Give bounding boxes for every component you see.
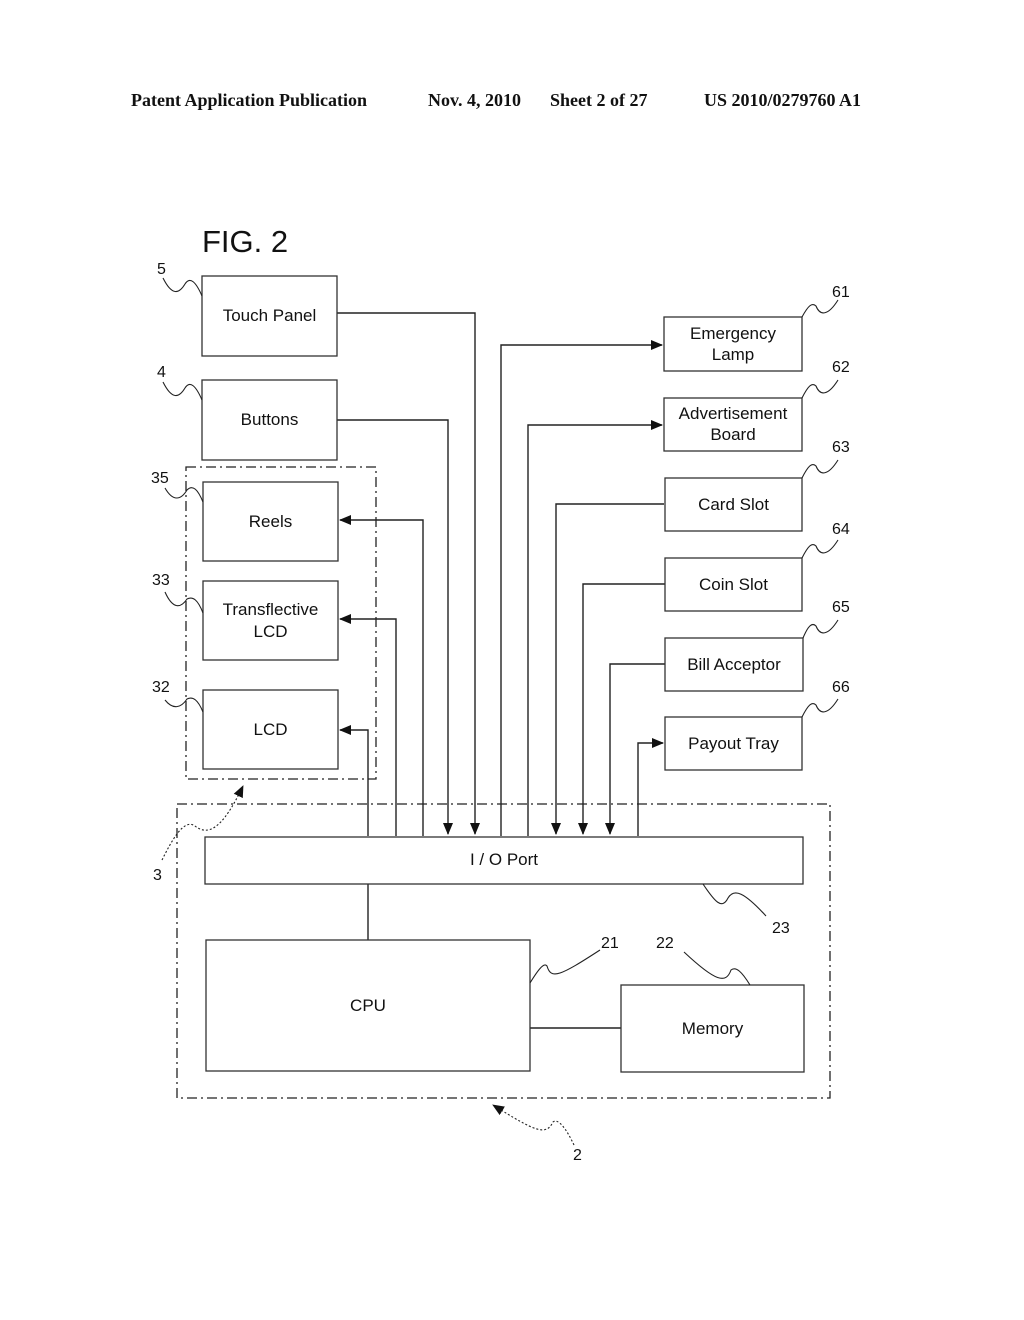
transflective-lcd-ref: 33 (152, 572, 170, 589)
block-lcd: LCD 32 (152, 679, 339, 770)
main-board-reference: 2 (492, 1104, 582, 1164)
transflective-lcd-label-line2: LCD (253, 622, 287, 641)
block-io-port: I / O Port 23 (204, 836, 804, 937)
lcd-ref: 32 (152, 679, 170, 696)
coin-slot-label: Coin Slot (699, 575, 768, 594)
wire-lcd (339, 725, 369, 836)
memory-ref: 22 (656, 935, 674, 952)
bill-acceptor-ref: 65 (832, 599, 850, 616)
io-port-ref: 23 (772, 920, 790, 937)
block-coin-slot: Coin Slot 64 (664, 521, 850, 612)
ref-leader (683, 951, 751, 986)
card-slot-ref: 63 (832, 439, 850, 456)
ref-leader (801, 698, 839, 718)
figure-title: FIG. 2 (202, 224, 288, 259)
ref-leader (802, 619, 839, 639)
block-diagram: FIG. 2 Touch Panel 5 Buttons 4 Reels 35 … (151, 224, 850, 1164)
wire-reels (339, 515, 424, 836)
ref-leader (801, 459, 839, 479)
wires (337, 312, 665, 1029)
wire-advertisement-board (527, 420, 663, 836)
block-card-slot: Card Slot 63 (664, 439, 850, 532)
emergency-lamp-label-line2: Lamp (712, 345, 755, 364)
bill-acceptor-label: Bill Acceptor (687, 655, 781, 674)
lcd-label: LCD (253, 720, 287, 739)
block-memory: Memory 22 (620, 935, 805, 1073)
card-slot-label: Card Slot (698, 495, 769, 514)
memory-label: Memory (682, 1019, 744, 1038)
coin-slot-ref: 64 (832, 521, 850, 538)
ref-leader (492, 1104, 575, 1146)
advertisement-board-label-line1: Advertisement (679, 404, 788, 423)
buttons-label: Buttons (241, 410, 299, 429)
advertisement-board-ref: 62 (832, 359, 850, 376)
ref-leader (162, 381, 203, 401)
display-group-ref: 3 (153, 867, 162, 884)
advertisement-board-label-line2: Board (710, 425, 755, 444)
ref-leader (801, 299, 839, 318)
touch-panel-ref: 5 (157, 261, 166, 278)
reels-ref: 35 (151, 470, 169, 487)
ref-leader (801, 539, 839, 559)
block-bill-acceptor: Bill Acceptor 65 (664, 599, 850, 692)
wire-touch-panel (337, 312, 480, 835)
ref-leader (801, 379, 839, 399)
ref-leader (162, 277, 203, 297)
wire-buttons (337, 419, 453, 835)
wire-payout-tray (637, 738, 664, 836)
payout-tray-label: Payout Tray (688, 734, 779, 753)
ref-leader (702, 883, 767, 917)
wire-coin-slot (578, 583, 665, 835)
cpu-ref: 21 (601, 935, 619, 952)
reels-label: Reels (249, 512, 292, 531)
block-cpu: CPU 21 (205, 935, 619, 1072)
ref-leader (164, 591, 204, 614)
block-touch-panel: Touch Panel 5 (157, 261, 338, 357)
emergency-lamp-ref: 61 (832, 284, 850, 301)
main-board-ref: 2 (573, 1147, 582, 1164)
block-buttons: Buttons 4 (157, 364, 338, 461)
touch-panel-label: Touch Panel (223, 306, 317, 325)
transflective-lcd-label-line1: Transflective (223, 600, 319, 619)
block-payout-tray: Payout Tray 66 (664, 679, 850, 771)
block-advertisement-board: Advertisement Board 62 (663, 359, 850, 452)
cpu-label: CPU (350, 996, 386, 1015)
ref-leader (529, 949, 601, 984)
ref-leader (164, 487, 204, 503)
ref-leader (164, 697, 204, 713)
block-emergency-lamp: Emergency Lamp 61 (663, 284, 850, 372)
buttons-ref: 4 (157, 364, 166, 381)
block-reels: Reels 35 (151, 470, 339, 562)
payout-tray-ref: 66 (832, 679, 850, 696)
emergency-lamp-label-line1: Emergency (690, 324, 776, 343)
block-transflective-lcd: Transflective LCD 33 (152, 572, 339, 661)
io-port-label: I / O Port (470, 850, 538, 869)
